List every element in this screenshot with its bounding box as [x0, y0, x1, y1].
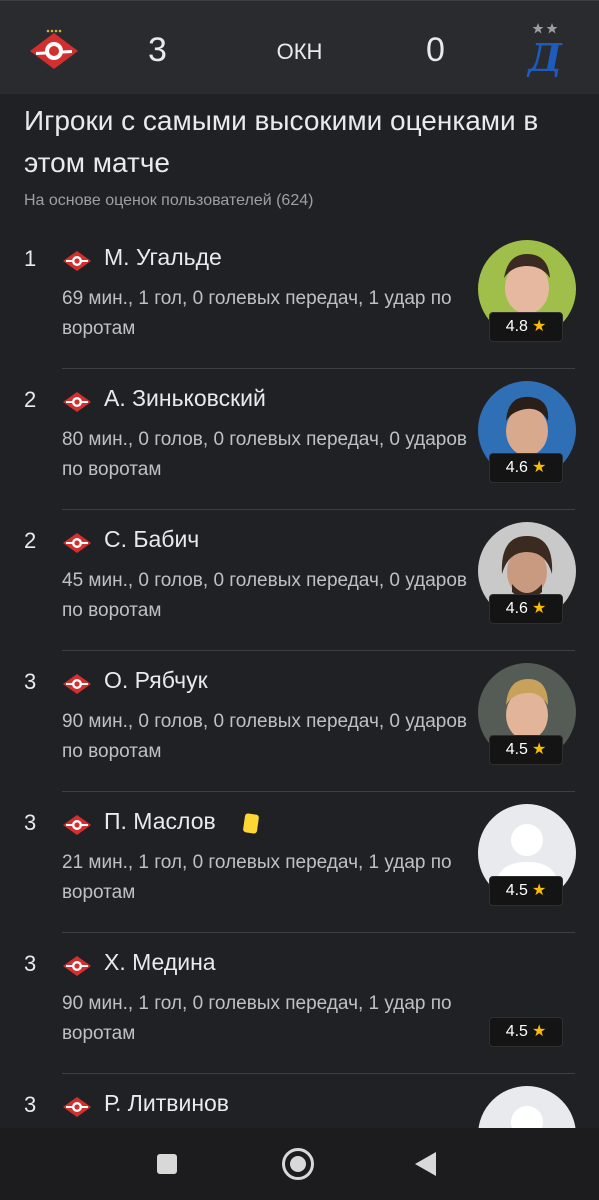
player-rank: 2 — [24, 528, 37, 553]
spartak-logo-icon — [63, 251, 91, 271]
spartak-logo-icon — [63, 815, 91, 835]
player-name: А. Зиньковский — [104, 385, 266, 411]
player-rank: 3 — [24, 951, 37, 976]
star-icon: ★ — [531, 882, 547, 899]
dynamo-logo-icon: Д — [526, 23, 563, 77]
list-item[interactable]: 3 О. Рябчук 90 мин., 0 голов, 0 голевых … — [0, 651, 599, 792]
star-icon: ★ — [531, 741, 547, 758]
player-rank: 1 — [24, 246, 37, 271]
spartak-logo-icon — [63, 956, 91, 976]
list-item[interactable]: 3 Х. Медина 90 мин., 1 гол, 0 голевых пе… — [0, 933, 599, 1074]
player-name: О. Рябчук — [104, 667, 208, 693]
player-name: Р. Литвинов — [104, 1090, 230, 1116]
section-subtitle: На основе оценок пользователей (624) — [24, 192, 314, 209]
rating-value: 4.5 — [505, 882, 528, 899]
list-item[interactable]: 2 С. Бабич 45 мин., 0 голов, 0 голевых п… — [0, 510, 599, 651]
player-rank: 3 — [24, 810, 37, 835]
player-name: Х. Медина — [104, 949, 216, 975]
list-item[interactable]: 3 П. Маслов 21 мин., 1 гол, 0 голевых пе… — [0, 792, 599, 933]
rating-badge: 4.5 ★ — [489, 735, 563, 765]
player-stats: 69 мин., 1 гол, 0 голевых передач, 1 уда… — [62, 288, 452, 339]
spartak-logo-icon — [63, 1097, 91, 1117]
system-navigation-bar — [0, 1128, 599, 1200]
star-icon: ★ — [531, 459, 547, 476]
player-stats: 21 мин., 1 гол, 0 голевых передач, 1 уда… — [62, 852, 452, 903]
rating-value: 4.8 — [505, 318, 528, 335]
yellow-card-icon — [242, 813, 260, 834]
rating-badge: 4.6 ★ — [489, 594, 563, 624]
rating-value: 4.5 — [505, 1023, 528, 1040]
match-status: ОКН — [276, 39, 323, 64]
player-name: М. Угальде — [104, 244, 222, 270]
star-icon: ★ — [531, 318, 547, 335]
list-item[interactable]: 1 М. Угальде 69 мин., 1 гол, 0 голевых п… — [0, 228, 599, 369]
list-item[interactable]: 2 А. Зиньковский 80 мин., 0 голов, 0 гол… — [0, 369, 599, 510]
rating-value: 4.6 — [505, 600, 528, 617]
star-icon: ★ — [531, 1023, 547, 1040]
player-rank: 2 — [24, 387, 37, 412]
section-title: Игроки с самыми высокими оценками в этом… — [24, 105, 539, 178]
player-rank: 3 — [24, 669, 37, 694]
spartak-logo-icon — [63, 533, 91, 553]
rating-badge: 4.8 ★ — [489, 312, 563, 342]
player-name: П. Маслов — [104, 808, 216, 834]
player-stats: 45 мин., 0 голов, 0 голевых передач, 0 у… — [62, 570, 467, 621]
circle-home-icon[interactable] — [282, 1148, 314, 1180]
rating-badge: 4.5 ★ — [489, 1017, 563, 1047]
rating-badge: 4.5 ★ — [489, 876, 563, 906]
player-stats: 80 мин., 0 голов, 0 голевых передач, 0 у… — [62, 429, 467, 480]
spartak-logo-icon — [63, 674, 91, 694]
square-icon[interactable] — [157, 1154, 177, 1174]
player-stats: 90 мин., 0 голов, 0 голевых передач, 0 у… — [62, 711, 467, 762]
triangle-back-icon[interactable] — [415, 1152, 436, 1176]
rating-value: 4.5 — [505, 741, 528, 758]
spartak-logo-icon — [63, 392, 91, 412]
star-icon: ★ — [531, 600, 547, 617]
player-rank: 3 — [24, 1092, 37, 1117]
rating-badge: 4.6 ★ — [489, 453, 563, 483]
svg-text:Д: Д — [526, 35, 563, 77]
player-name: С. Бабич — [104, 526, 200, 552]
rating-value: 4.6 — [505, 459, 528, 476]
away-score: 0 — [426, 31, 445, 69]
player-stats: 90 мин., 1 гол, 0 голевых передач, 1 уда… — [62, 993, 452, 1044]
match-score-header[interactable]: 3 ОКН 0 Д — [0, 0, 599, 94]
